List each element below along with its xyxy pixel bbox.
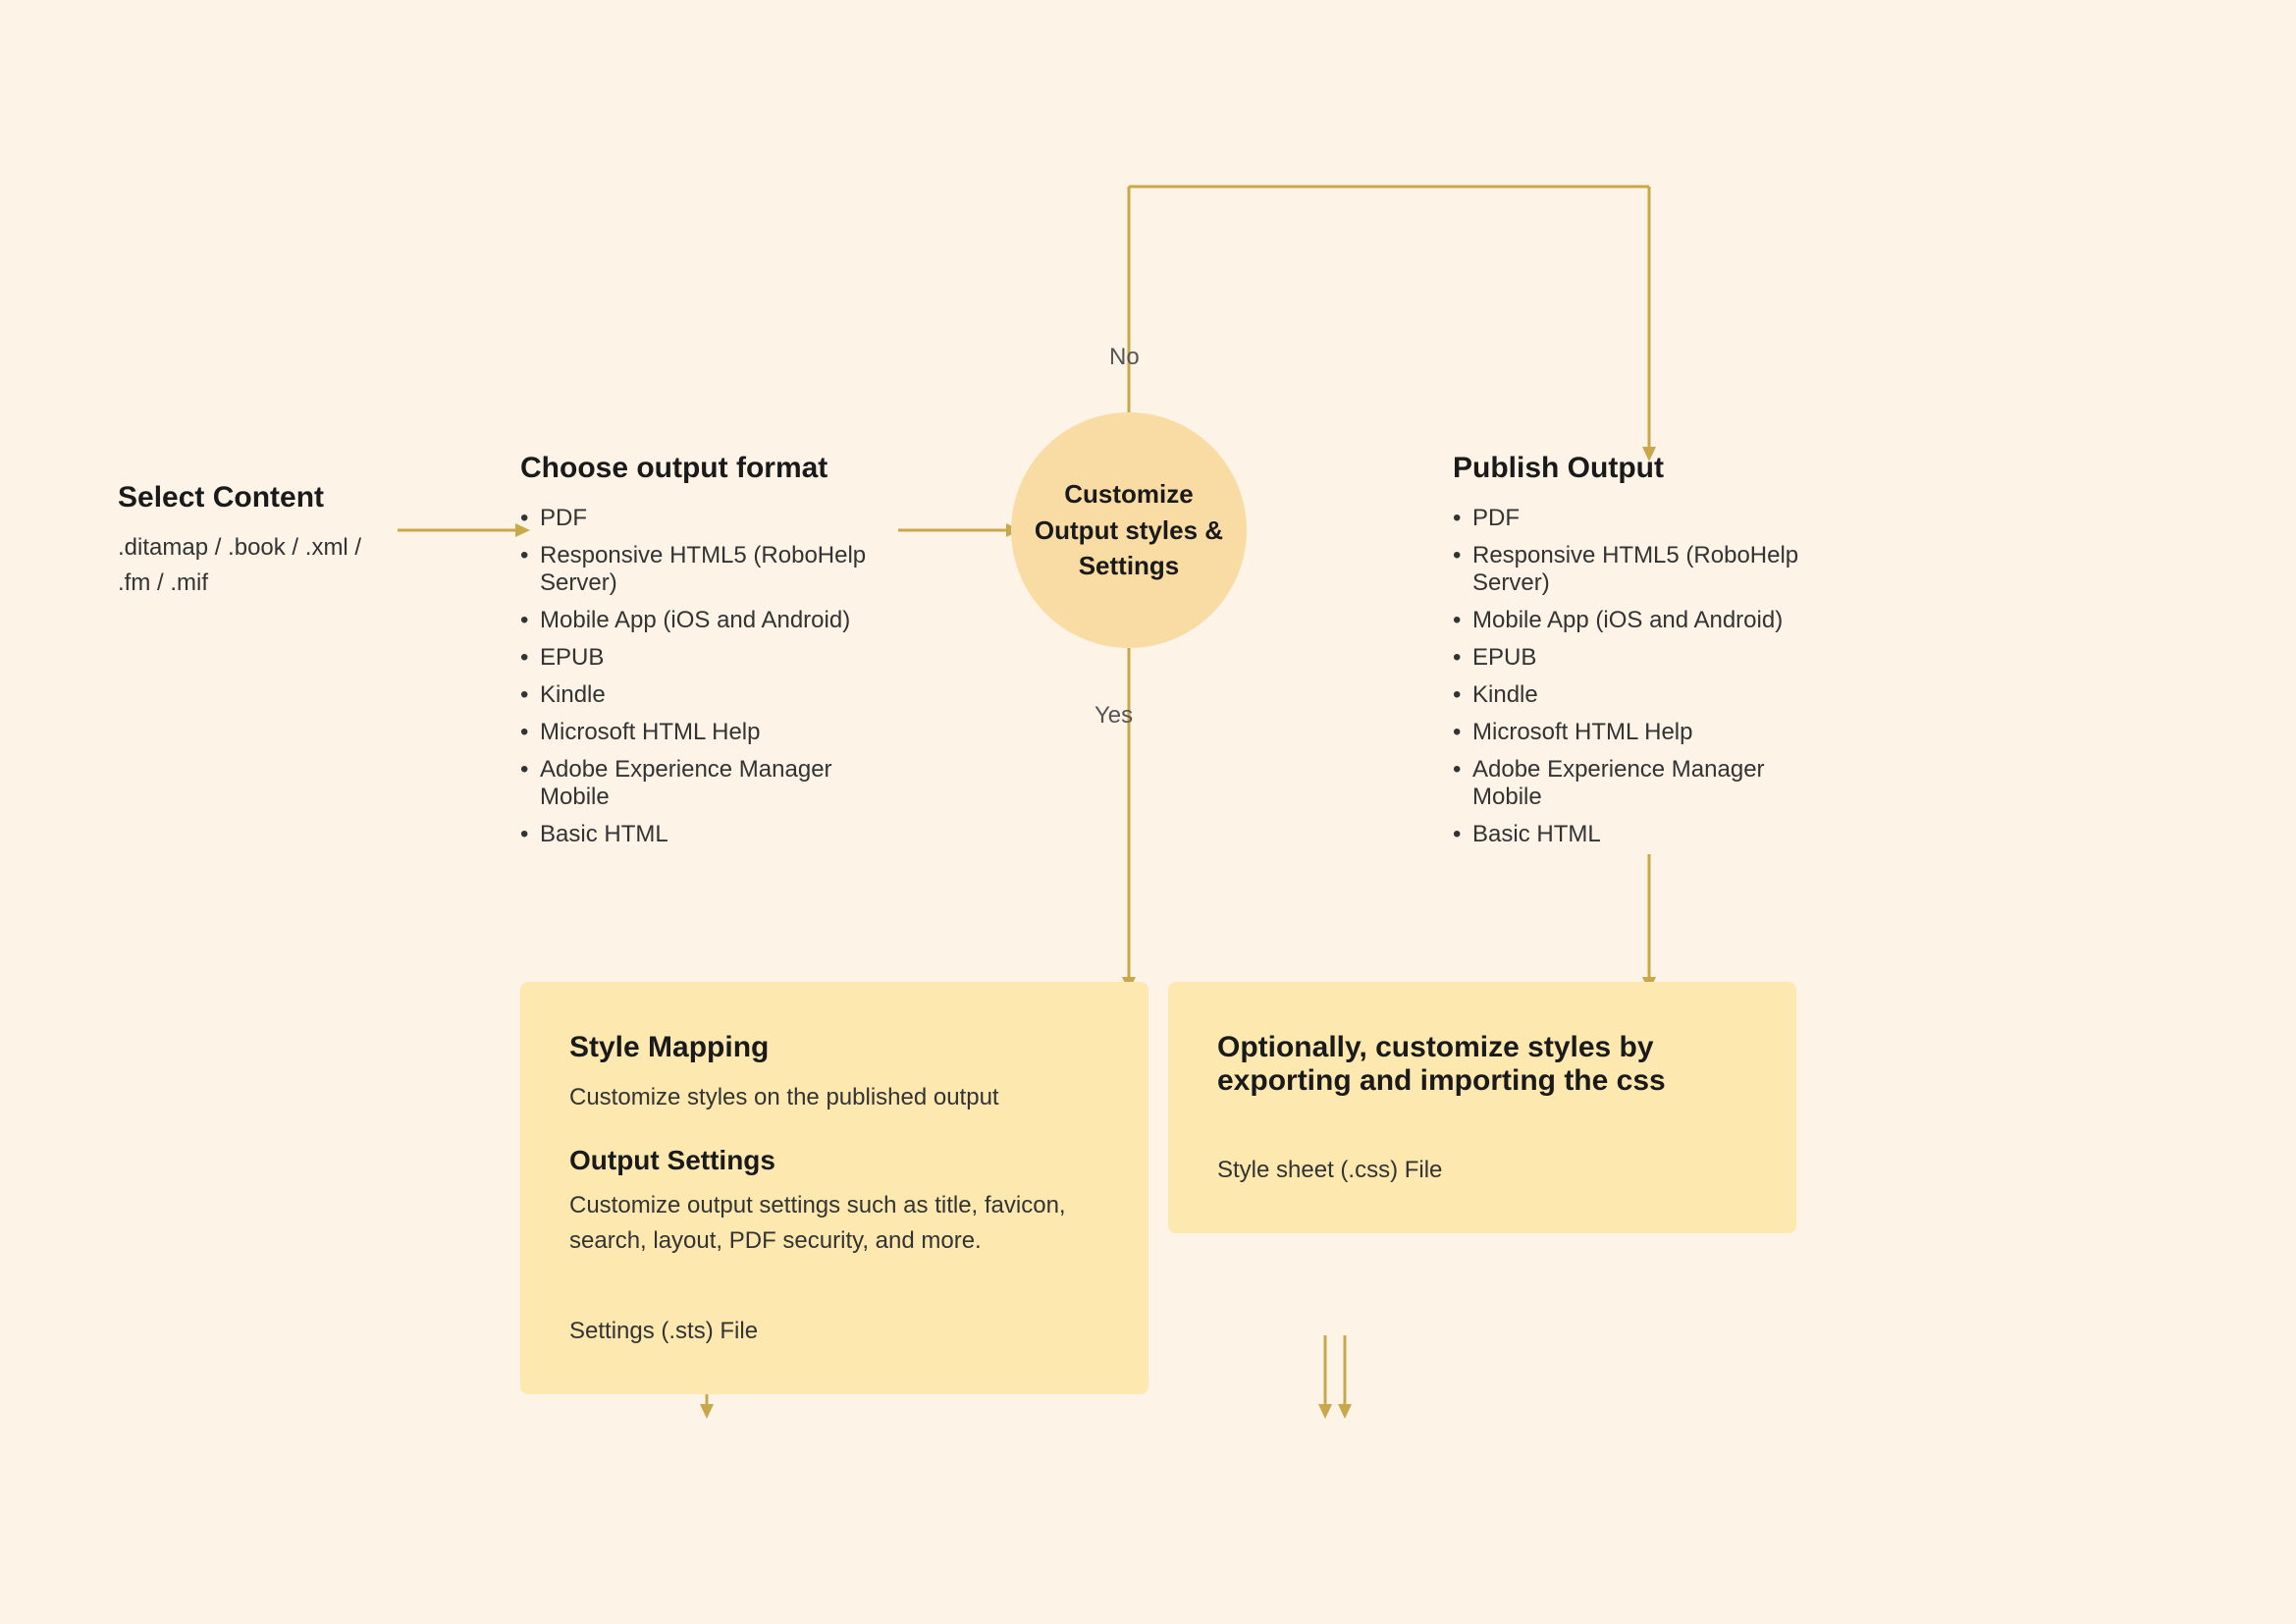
choose-format-block: Choose output format PDF Responsive HTML… [520, 452, 893, 858]
publish-output-title: Publish Output [1453, 452, 1826, 485]
list-item: Microsoft HTML Help [520, 719, 893, 746]
list-item: Adobe Experience Manager Mobile [1453, 756, 1826, 811]
list-item: Basic HTML [1453, 821, 1826, 848]
list-item: Mobile App (iOS and Android) [1453, 607, 1826, 634]
choose-format-title: Choose output format [520, 452, 893, 485]
select-content-block: Select Content .ditamap / .book / .xml /… [118, 481, 393, 601]
list-item: Mobile App (iOS and Android) [520, 607, 893, 634]
bottom-right-box: Optionally, customize styles by exportin… [1168, 982, 1796, 1233]
list-item: EPUB [520, 644, 893, 672]
style-mapping-title: Style Mapping [569, 1031, 1099, 1064]
list-item: EPUB [1453, 644, 1826, 672]
output-settings-text: Customize output settings such as title,… [569, 1188, 1099, 1259]
output-settings-title: Output Settings [569, 1145, 1099, 1176]
list-item: Responsive HTML5 (RoboHelp Server) [1453, 542, 1826, 597]
select-content-title: Select Content [118, 481, 393, 514]
settings-file-label: Settings (.sts) File [569, 1318, 1099, 1345]
list-item: PDF [520, 505, 893, 532]
customize-circle: Customize Output styles & Settings [1011, 412, 1247, 648]
list-item: Adobe Experience Manager Mobile [520, 756, 893, 811]
list-item: PDF [1453, 505, 1826, 532]
list-item: Kindle [1453, 681, 1826, 709]
bottom-left-box: Style Mapping Customize styles on the pu… [520, 982, 1148, 1394]
list-item: Kindle [520, 681, 893, 709]
publish-format-list: PDF Responsive HTML5 (RoboHelp Server) M… [1453, 505, 1826, 848]
diagram-container: Select Content .ditamap / .book / .xml /… [0, 0, 2296, 1624]
select-content-subtitle: .ditamap / .book / .xml / .fm / .mif [118, 530, 393, 601]
customize-circle-text: Customize Output styles & Settings [1011, 466, 1247, 593]
stylesheet-file-label: Style sheet (.css) File [1217, 1157, 1747, 1184]
label-no: No [1109, 344, 1140, 371]
label-yes: Yes [1095, 702, 1133, 730]
optionally-title: Optionally, customize styles by exportin… [1217, 1031, 1747, 1098]
list-item: Microsoft HTML Help [1453, 719, 1826, 746]
format-list: PDF Responsive HTML5 (RoboHelp Server) M… [520, 505, 893, 848]
list-item: Basic HTML [520, 821, 893, 848]
list-item: Responsive HTML5 (RoboHelp Server) [520, 542, 893, 597]
publish-output-block: Publish Output PDF Responsive HTML5 (Rob… [1453, 452, 1826, 858]
style-mapping-text: Customize styles on the published output [569, 1080, 1099, 1115]
